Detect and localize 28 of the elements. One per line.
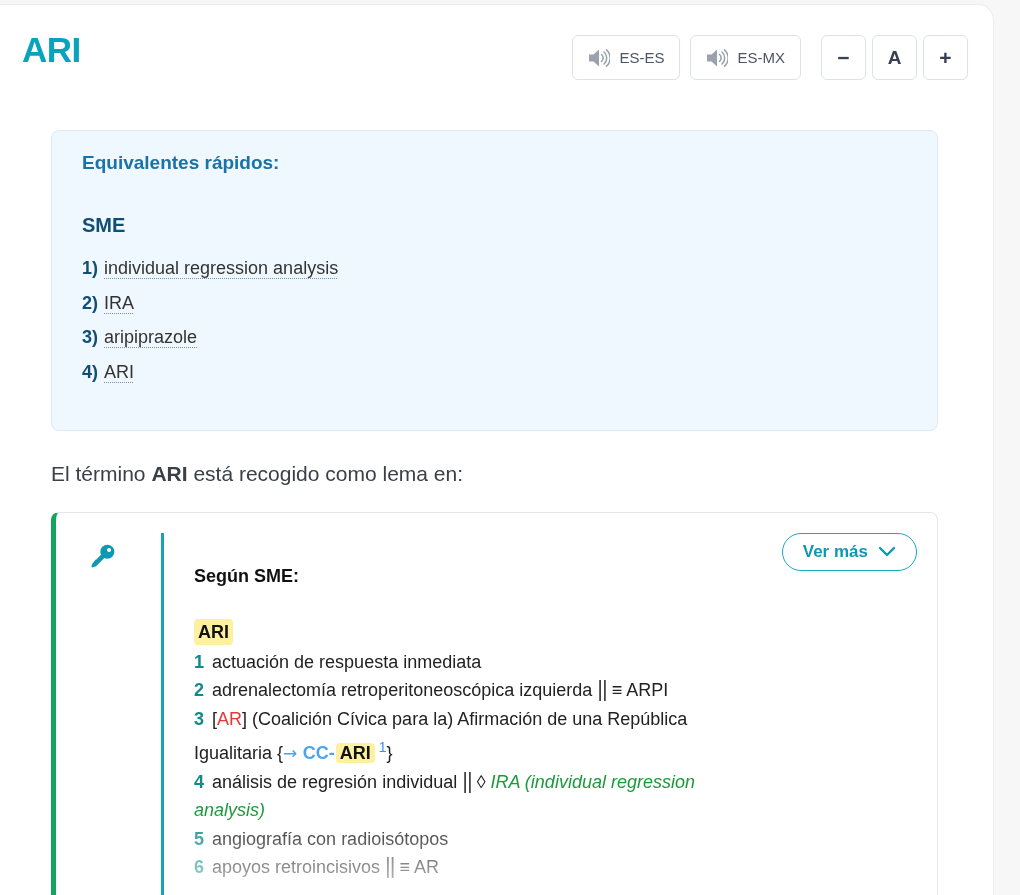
- source-label: SME: [82, 213, 127, 238]
- entry-title: ARI: [22, 33, 81, 67]
- item-number: 2): [82, 291, 98, 315]
- source-heading: Según SME:: [194, 564, 300, 588]
- equivalent-term: individual regression analysis: [104, 257, 339, 280]
- chevron-icon: [878, 545, 896, 558]
- speak-button[interactable]: ES-ES: [572, 35, 681, 80]
- speaker-icon: [706, 47, 729, 68]
- increase-font-button[interactable]: +: [923, 35, 968, 80]
- definition-line: 2 adrenalectomía retroperitoneoscópica izquierda || ≡ ARPI: [194, 676, 670, 703]
- item-number: 1): [82, 257, 98, 280]
- lemma-sentence: El término ARI está recogido como lema en:: [51, 460, 465, 487]
- equivalent-term: IRA: [104, 291, 135, 315]
- key-icon: [90, 542, 116, 569]
- headword: ARI: [194, 618, 233, 645]
- item-number: 3): [82, 326, 98, 349]
- item-number: 4): [82, 360, 98, 384]
- definition-line: 4 análisis de regresión individual || ◊ IRA (individual regression analysis): [194, 767, 696, 822]
- definition-line: 6 apoyos retroincisivos || ≡ AR: [194, 853, 441, 880]
- section-heading: Equivalentes rápidos:: [82, 151, 281, 175]
- definition-line: 1 actuación de respuesta inmediata: [194, 650, 483, 674]
- equivalent-term: ARI: [104, 360, 135, 384]
- speaker-icon: [588, 47, 611, 68]
- decrease-font-button[interactable]: −: [821, 35, 866, 80]
- definition-line: 5 angiografía con radioisótopos: [194, 827, 450, 851]
- reset-font-button[interactable]: A: [872, 35, 917, 80]
- equivalent-term: aripiprazole: [104, 326, 198, 349]
- speak-button[interactable]: ES-MX: [690, 35, 801, 80]
